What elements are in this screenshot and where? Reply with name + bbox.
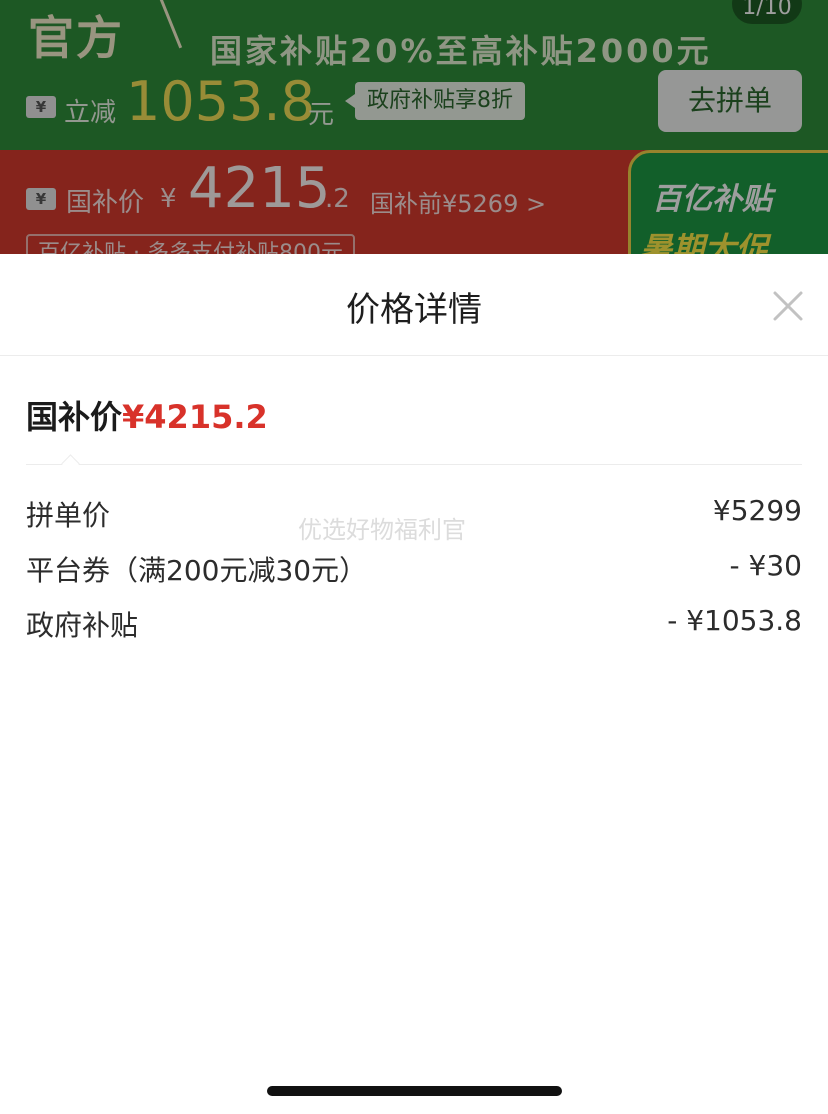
row-label: 平台券（满200元减30元） xyxy=(26,554,368,587)
price-detail-sheet: 价格详情 国补价¥4215.2 拼单价 ¥5299 平台券（满200元减30元）… xyxy=(0,254,828,1114)
row-value: - ¥30 xyxy=(729,549,802,582)
price-row-government-subsidy: 政府补贴 - ¥1053.8 xyxy=(26,604,802,648)
summary-label: 国补价 xyxy=(26,398,123,436)
divider xyxy=(26,464,802,465)
home-indicator xyxy=(267,1086,562,1096)
watermark: 优选好物福利官 xyxy=(298,516,466,544)
subsidy-price-summary: 国补价¥4215.2 xyxy=(26,392,268,438)
divider-notch xyxy=(61,454,80,473)
close-button[interactable] xyxy=(768,286,808,326)
modal-overlay[interactable] xyxy=(0,0,828,254)
close-icon[interactable] xyxy=(768,286,808,326)
row-label: 拼单价 xyxy=(26,499,111,532)
row-value: - ¥1053.8 xyxy=(667,604,802,637)
row-label: 政府补贴 xyxy=(26,609,139,642)
price-row-platform-coupon: 平台券（满200元减30元） - ¥30 xyxy=(26,549,802,593)
sheet-title: 价格详情 xyxy=(346,290,482,330)
sheet-header: 价格详情 xyxy=(0,254,828,356)
summary-price: ¥4215.2 xyxy=(122,398,268,436)
row-value: ¥5299 xyxy=(712,494,802,527)
